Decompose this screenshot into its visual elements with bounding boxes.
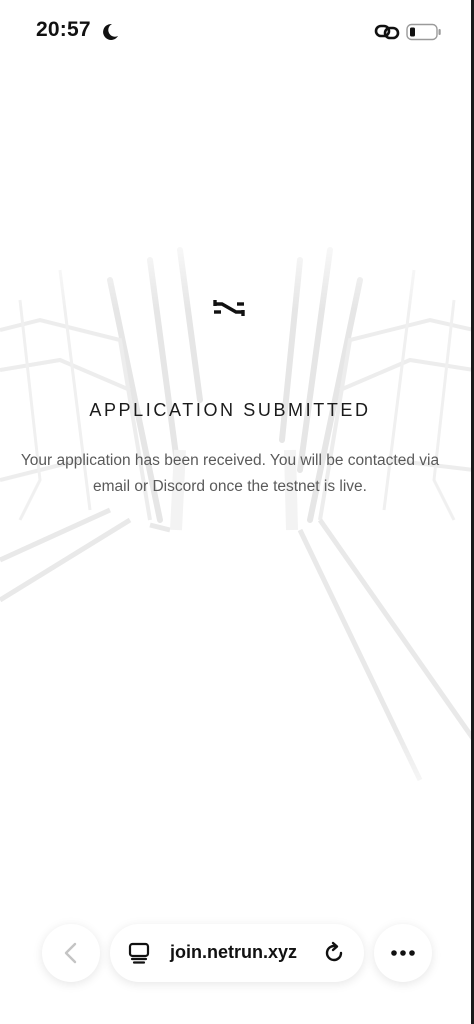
tabs-icon[interactable]	[128, 942, 150, 964]
url-text[interactable]: join.netrun.xyz	[170, 942, 297, 963]
more-button[interactable]	[374, 924, 432, 982]
moon-icon	[103, 23, 118, 40]
more-dots-icon	[391, 950, 415, 956]
netrun-logo-icon	[213, 300, 245, 316]
page-title: APPLICATION SUBMITTED	[89, 400, 371, 420]
link-icon	[374, 24, 400, 40]
status-bar: 20:57	[0, 0, 474, 62]
confirmation-message: Your application has been received. You …	[20, 452, 440, 495]
back-button[interactable]	[42, 924, 100, 982]
status-time: 20:57	[36, 18, 91, 41]
back-arrow-icon	[64, 942, 77, 964]
page: 20:57 APPLICATION SUBMITTED Your applica…	[0, 0, 474, 1024]
address-bar[interactable]: join.netrun.xyz	[110, 924, 364, 982]
battery-icon	[406, 23, 441, 41]
reload-icon[interactable]	[322, 941, 346, 965]
